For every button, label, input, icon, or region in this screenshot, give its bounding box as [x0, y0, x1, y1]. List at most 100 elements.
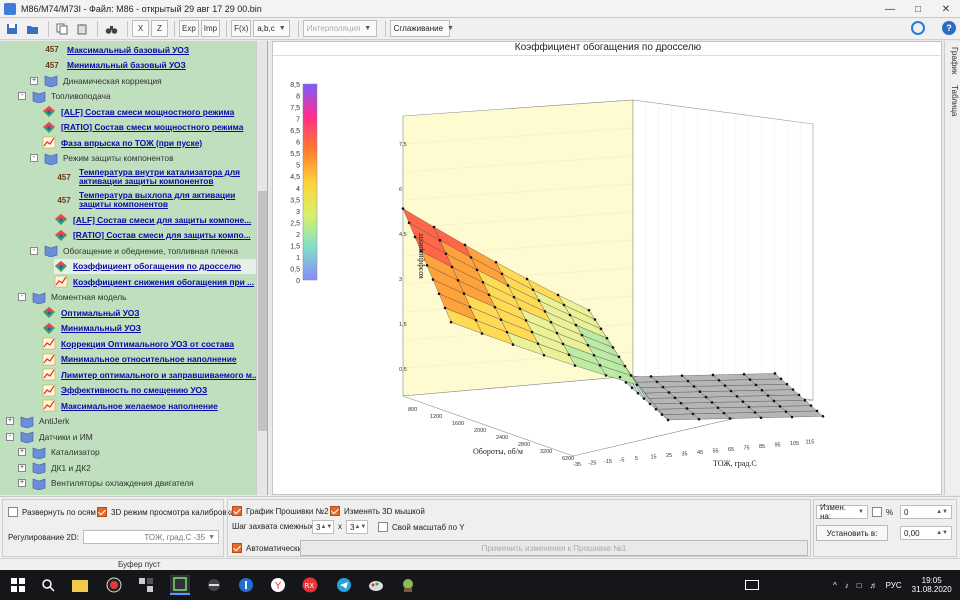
- smoothing-dropdown[interactable]: Сглаживание ▼: [389, 20, 454, 37]
- clock[interactable]: 19:05 31.08.2020: [912, 576, 952, 594]
- function-button[interactable]: F(x): [231, 20, 252, 37]
- tree-item[interactable]: [ALF] Состав смеси для защиты компоне...: [54, 212, 256, 227]
- tree-item[interactable]: - Датчики и ИМ: [6, 429, 256, 444]
- x-tick-label: 5: [635, 456, 638, 462]
- language-indicator[interactable]: РУС: [886, 581, 902, 590]
- change-mode-dropdown[interactable]: Измен. на: ▼: [816, 503, 868, 521]
- volume-icon[interactable]: ♪: [845, 581, 849, 590]
- tree-item[interactable]: Лимитер оптимального и заправшиваемого м…: [42, 367, 259, 382]
- auto-checkbox[interactable]: Автоматически: [232, 543, 302, 553]
- expand-icon[interactable]: +: [18, 463, 26, 472]
- tree-item[interactable]: 457 Температура выхлопа для активации защи…: [54, 189, 256, 211]
- change-3d-mouse-checkbox[interactable]: Изменять 3D мышкой: [330, 506, 425, 516]
- yandex-browser-icon[interactable]: Y: [268, 575, 288, 595]
- tree-item[interactable]: + Динамическая коррекция: [30, 73, 256, 88]
- windows-start-icon[interactable]: [8, 575, 28, 595]
- tree-item[interactable]: [RATIO] Состав смеси для защиты компо...: [54, 228, 256, 243]
- tree-item[interactable]: Коррекция Оптимального УОЗ от состава: [42, 336, 256, 351]
- tab-table[interactable]: Таблица: [947, 85, 959, 116]
- tree-item[interactable]: Фаза впрыска по ТОЖ (при пуске): [42, 135, 256, 150]
- tree-item[interactable]: + Катализатор: [18, 445, 256, 460]
- collapse-icon[interactable]: -: [30, 154, 38, 162]
- firmware-graph-checkbox[interactable]: График Прошивки №2: [232, 506, 329, 516]
- spy-app-icon[interactable]: [204, 575, 224, 595]
- tree-item[interactable]: + Вентиляторы охлаждения двигателя: [18, 476, 256, 491]
- tree-item[interactable]: + AntiJerk: [6, 414, 256, 429]
- network-icon[interactable]: □: [857, 581, 862, 590]
- regulation-field[interactable]: ТОЖ, град.С -35 ▼: [83, 530, 219, 544]
- record-app-icon[interactable]: [104, 575, 124, 595]
- grip-x-stepper[interactable]: 3 ▲▼: [312, 520, 334, 534]
- speaker-icon[interactable]: ♬: [870, 581, 878, 590]
- grip-y-stepper[interactable]: 3 ▲▼: [346, 520, 368, 534]
- tree-item[interactable]: [RATIO] Состав смеси мощностного режима: [42, 120, 256, 135]
- close-button[interactable]: ✕: [932, 0, 960, 18]
- copy-icon[interactable]: [53, 20, 71, 37]
- tree-item[interactable]: 457 Минимальный базовый УОЗ: [42, 58, 256, 73]
- tree-item[interactable]: 457 Температура внутри катализатора для ак…: [54, 166, 256, 188]
- tray-app-icon[interactable]: [745, 580, 759, 590]
- collapse-icon[interactable]: -: [18, 92, 26, 100]
- telegram-icon[interactable]: [334, 575, 354, 595]
- expand-icon[interactable]: +: [18, 479, 26, 487]
- save-icon[interactable]: [3, 20, 21, 37]
- surface-point: [624, 381, 628, 384]
- expand-icon[interactable]: +: [6, 417, 14, 425]
- grid-app-icon[interactable]: [136, 575, 156, 595]
- expand-icon[interactable]: +: [30, 76, 38, 85]
- expand-icon[interactable]: +: [18, 448, 26, 456]
- abc-dropdown[interactable]: a,b,c ▼: [253, 20, 290, 37]
- import-button[interactable]: Imp: [200, 20, 221, 37]
- tree-item[interactable]: - Моментная модель: [18, 290, 256, 305]
- search-icon[interactable]: [38, 575, 58, 595]
- tree-item[interactable]: Минимальное относительное наполнение: [42, 352, 256, 367]
- binoculars-icon[interactable]: [102, 20, 121, 37]
- chevron-up-icon[interactable]: ^: [833, 581, 837, 590]
- interpolation-dropdown[interactable]: Интерполяция ▼: [302, 20, 377, 37]
- tree-item[interactable]: - Обогащение и обеднение, топливная пленк…: [30, 243, 256, 258]
- tree-item[interactable]: Минимальный УОЗ: [42, 321, 256, 336]
- tree-scrollbar[interactable]: [256, 41, 267, 495]
- help-icon[interactable]: ?: [942, 21, 956, 35]
- tree-item[interactable]: [ALF] Состав смеси мощностного режима: [42, 104, 256, 119]
- set-to-button[interactable]: Установить в:: [816, 525, 888, 541]
- apply-changes-button[interactable]: Применить изменения к Прошивке №1: [300, 540, 808, 556]
- yoda-app-icon[interactable]: [398, 575, 418, 595]
- refresh-icon[interactable]: [911, 21, 925, 35]
- set-value-stepper[interactable]: 0,00 ▲▼: [900, 526, 952, 540]
- open-folder-icon[interactable]: [23, 20, 42, 37]
- tree-item[interactable]: Максимальное желаемое наполнение: [42, 398, 256, 413]
- tree-scroll-thumb[interactable]: [258, 191, 267, 431]
- tree-item[interactable]: - Режим защиты компонентов: [30, 151, 256, 166]
- percent-checkbox[interactable]: %: [872, 507, 893, 517]
- tree-item[interactable]: 457 Максимальный базовый УОЗ: [42, 42, 256, 57]
- rx-app-icon[interactable]: RX: [300, 575, 320, 595]
- change-value-stepper[interactable]: 0 ▲▼: [900, 505, 952, 519]
- paste-icon[interactable]: [73, 20, 91, 37]
- surface-chart[interactable]: 8,5 8 7,5 7 6,5 6 5,5 5 4,5 4 3,5 3 2,5 2 1,5 1 0,5 0 коэф…: [273, 56, 943, 496]
- tree-item[interactable]: Оптимальный УОЗ: [42, 305, 256, 320]
- tree-item[interactable]: + ДК1 и ДК2: [18, 460, 256, 475]
- tree-item[interactable]: Эффективность по смещению УОЗ: [42, 383, 256, 398]
- tab-graph[interactable]: График: [947, 47, 959, 74]
- export-button[interactable]: Exp: [179, 20, 199, 37]
- x-axis-button[interactable]: X: [132, 20, 149, 37]
- minimize-button[interactable]: —: [876, 0, 904, 18]
- collapse-icon[interactable]: -: [30, 246, 38, 255]
- collapse-icon[interactable]: -: [18, 293, 26, 301]
- tree-item[interactable]: Коэффициент обогащения по дросселю: [54, 258, 256, 274]
- tree-item[interactable]: - Топливоподача: [18, 89, 256, 104]
- z-tick-label: 0,5: [399, 367, 407, 373]
- file-explorer-icon[interactable]: [70, 575, 90, 595]
- surface-point: [679, 401, 683, 405]
- own-scale-checkbox[interactable]: Свой масштаб по Y: [378, 522, 465, 532]
- info-app-icon[interactable]: [236, 575, 256, 595]
- expand-axes-checkbox[interactable]: Развернуть по осям: [8, 507, 96, 517]
- calibration-app-icon[interactable]: [170, 575, 190, 595]
- maximize-button[interactable]: □: [904, 0, 932, 18]
- collapse-icon[interactable]: -: [6, 432, 14, 441]
- z-axis-button[interactable]: Z: [151, 20, 168, 37]
- tree-item[interactable]: Коэффициент снижения обогащения при ...: [54, 274, 256, 289]
- paint-app-icon[interactable]: [366, 575, 386, 595]
- mode3d-checkbox[interactable]: 3D режим просмотра калибровки: [97, 507, 235, 517]
